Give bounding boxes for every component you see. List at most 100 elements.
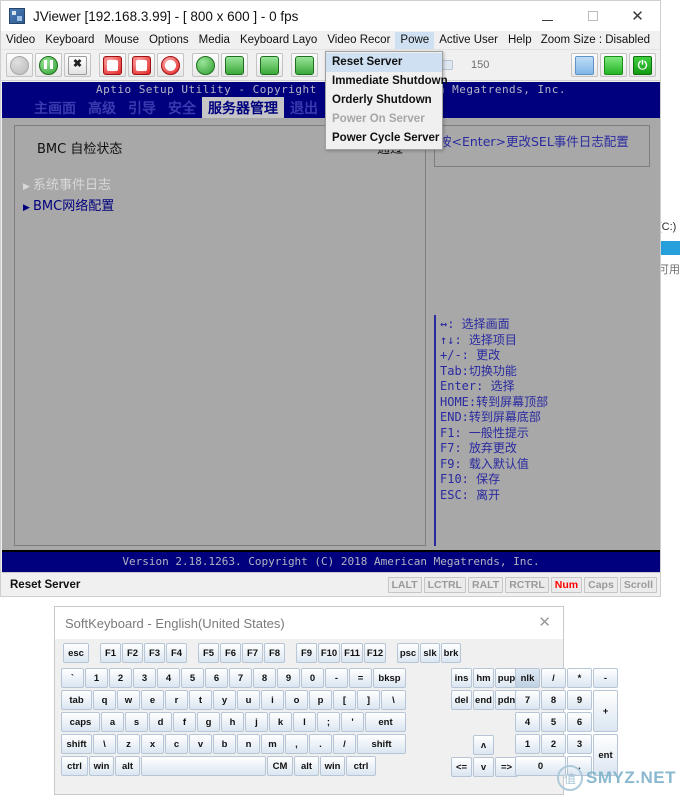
key-slk[interactable]: slk — [420, 643, 440, 663]
key-minus[interactable]: - — [325, 668, 348, 688]
key-1[interactable]: 1 — [85, 668, 108, 688]
bios-tab-main[interactable]: 主画面 — [28, 97, 82, 119]
key-s[interactable]: s — [125, 712, 148, 732]
key-quote[interactable]: ' — [341, 712, 364, 732]
key-bracket-right[interactable]: ] — [357, 690, 380, 710]
key-period[interactable]: . — [309, 734, 332, 754]
key-8[interactable]: 8 — [253, 668, 276, 688]
key-0[interactable]: 0 — [301, 668, 324, 688]
key-slash[interactable]: / — [333, 734, 356, 754]
key-numpad-7[interactable]: 7 — [515, 690, 540, 710]
key-f3[interactable]: F3 — [144, 643, 165, 663]
close-icon[interactable]: ✕ — [538, 615, 551, 630]
key-numpad-4[interactable]: 4 — [515, 712, 540, 732]
softkeyboard-button[interactable] — [256, 53, 283, 77]
bios-item-bmc-network-config[interactable]: ▶ BMC网络配置 — [15, 194, 425, 215]
key-shift-left[interactable]: shift — [61, 734, 92, 754]
key-b[interactable]: b — [213, 734, 236, 754]
chat-button[interactable] — [291, 53, 318, 77]
key-arrow-down[interactable]: v — [473, 757, 494, 777]
menu-active-user[interactable]: Active User — [434, 32, 503, 49]
key-j[interactable]: j — [245, 712, 268, 732]
key-brk[interactable]: brk — [441, 643, 461, 663]
key-a[interactable]: a — [101, 712, 124, 732]
key-delete[interactable]: del — [451, 690, 472, 710]
play-button[interactable] — [6, 53, 33, 77]
pause-button[interactable] — [35, 53, 62, 77]
key-comma[interactable]: , — [285, 734, 308, 754]
key-numpad-plus[interactable]: + — [593, 690, 618, 732]
key-alt-left[interactable]: alt — [115, 756, 140, 776]
key-f11[interactable]: F11 — [341, 643, 363, 663]
key-win-left[interactable]: win — [89, 756, 114, 776]
key-y[interactable]: y — [213, 690, 236, 710]
key-numpad-5[interactable]: 5 — [541, 712, 566, 732]
bios-tab-server-mgmt[interactable]: 服务器管理 — [202, 97, 284, 119]
key-w[interactable]: w — [117, 690, 140, 710]
key-n[interactable]: n — [237, 734, 260, 754]
key-numpad-1[interactable]: 1 — [515, 734, 540, 754]
key-numpad-9[interactable]: 9 — [567, 690, 592, 710]
key-backspace[interactable]: bksp — [373, 668, 406, 688]
menu-item-immediate-shutdown[interactable]: Immediate Shutdown — [326, 72, 448, 91]
key-l[interactable]: l — [293, 712, 316, 732]
bios-tab-advanced[interactable]: 高级 — [82, 97, 122, 119]
menu-keyboard[interactable]: Keyboard — [40, 32, 99, 49]
console-button[interactable] — [600, 53, 627, 77]
menu-keyboard-layout[interactable]: Keyboard Layo — [235, 32, 322, 49]
minimize-icon[interactable] — [525, 1, 570, 31]
menu-power[interactable]: Powe — [395, 31, 435, 49]
key-d[interactable]: d — [149, 712, 172, 732]
key-numpad-6[interactable]: 6 — [567, 712, 592, 732]
key-f7[interactable]: F7 — [242, 643, 263, 663]
mouse-button[interactable] — [192, 53, 219, 77]
key-numpad-multiply[interactable]: * — [567, 668, 592, 688]
maximize-icon[interactable] — [570, 1, 615, 31]
key-backtick[interactable]: ` — [61, 668, 84, 688]
close-icon[interactable]: ✕ — [615, 1, 660, 31]
menu-media[interactable]: Media — [194, 32, 235, 49]
key-numpad-divide[interactable]: / — [541, 668, 566, 688]
key-g[interactable]: g — [197, 712, 220, 732]
key-ctrl-left[interactable]: ctrl — [61, 756, 88, 776]
menu-item-reset-server[interactable]: Reset Server — [326, 53, 442, 72]
key-space[interactable] — [141, 756, 266, 776]
key-caps[interactable]: caps — [61, 712, 100, 732]
key-numpad-2[interactable]: 2 — [541, 734, 566, 754]
key-i[interactable]: i — [261, 690, 284, 710]
key-k[interactable]: k — [269, 712, 292, 732]
menu-video[interactable]: Video — [1, 32, 40, 49]
fullscreen-button[interactable]: ✖ — [64, 53, 91, 77]
key-6[interactable]: 6 — [205, 668, 228, 688]
key-arrow-left[interactable]: <= — [451, 757, 472, 777]
key-home[interactable]: hm — [473, 668, 494, 688]
key-end[interactable]: end — [473, 690, 494, 710]
menu-options[interactable]: Options — [144, 32, 194, 49]
key-backslash[interactable]: \ — [381, 690, 406, 710]
key-context-menu[interactable]: CM — [267, 756, 293, 776]
cdrom-button[interactable] — [157, 53, 184, 77]
key-v[interactable]: v — [189, 734, 212, 754]
key-numpad-minus[interactable]: - — [593, 668, 618, 688]
key-3[interactable]: 3 — [133, 668, 156, 688]
key-numpad-8[interactable]: 8 — [541, 690, 566, 710]
key-insert[interactable]: ins — [451, 668, 472, 688]
key-f[interactable]: f — [173, 712, 196, 732]
key-shift-right[interactable]: shift — [357, 734, 406, 754]
key-q[interactable]: q — [93, 690, 116, 710]
key-4[interactable]: 4 — [157, 668, 180, 688]
key-u[interactable]: u — [237, 690, 260, 710]
key-f12[interactable]: F12 — [364, 643, 386, 663]
key-equals[interactable]: = — [349, 668, 372, 688]
key-e[interactable]: e — [141, 690, 164, 710]
keyboard-button[interactable] — [221, 53, 248, 77]
key-ctrl-right[interactable]: ctrl — [346, 756, 376, 776]
power-button[interactable]: ⏻ — [629, 53, 656, 77]
key-r[interactable]: r — [165, 690, 188, 710]
bios-tab-boot[interactable]: 引导 — [122, 97, 162, 119]
menu-help[interactable]: Help — [503, 32, 537, 49]
key-f8[interactable]: F8 — [264, 643, 285, 663]
key-f9[interactable]: F9 — [296, 643, 317, 663]
key-alt-right[interactable]: alt — [294, 756, 319, 776]
key-backslash-2[interactable]: \ — [93, 734, 116, 754]
